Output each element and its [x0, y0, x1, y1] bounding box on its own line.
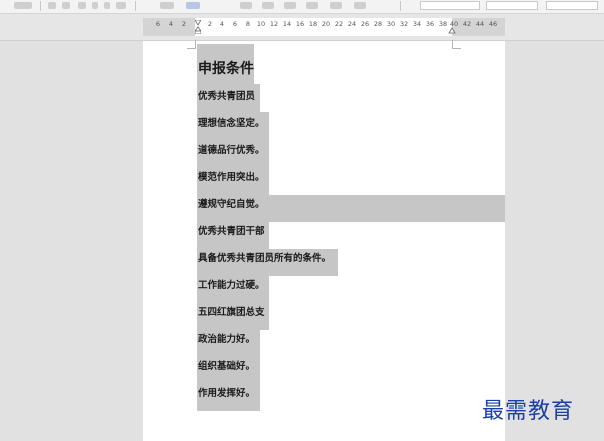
ruler-tick: 4	[168, 20, 174, 28]
doc-line[interactable]: 具备优秀共青团员所有的条件。	[197, 249, 338, 276]
ruler-tick: 44	[475, 20, 485, 28]
doc-line[interactable]: 优秀共青团干部	[197, 222, 269, 249]
toolbar-separator	[40, 1, 41, 11]
doc-line[interactable]: 政治能力好。	[197, 330, 260, 357]
toolbar-button-active[interactable]	[186, 2, 200, 9]
margin-corner-mark	[187, 40, 196, 49]
ruler-tick: 6	[155, 20, 161, 28]
selection-highlight	[197, 44, 254, 58]
ruler-tick: 34	[412, 20, 422, 28]
toolbar-button[interactable]	[104, 2, 110, 9]
style-field[interactable]	[420, 1, 480, 10]
ruler-tick: 4	[219, 20, 225, 28]
doc-line[interactable]: 优秀共青团员	[197, 84, 260, 112]
ruler-tick: 32	[399, 20, 409, 28]
style-field[interactable]	[486, 1, 538, 10]
doc-line[interactable]: 理想信念坚定。	[197, 112, 269, 140]
ruler-tick: 38	[438, 20, 448, 28]
indent-marker[interactable]	[195, 20, 201, 34]
ruler-tick: 8	[245, 20, 251, 28]
right-indent-marker[interactable]	[448, 22, 456, 34]
doc-line[interactable]: 五四红旗团总支	[197, 303, 269, 330]
ruler-tick: 12	[269, 20, 279, 28]
toolbar-button[interactable]	[14, 2, 32, 9]
doc-line[interactable]: 模范作用突出。	[197, 168, 269, 195]
toolbar-button[interactable]	[262, 2, 274, 9]
watermark-logo: 最需教育	[482, 399, 575, 424]
style-field[interactable]	[546, 1, 598, 10]
ruler-tick: 16	[295, 20, 305, 28]
toolbar-button[interactable]	[284, 2, 296, 9]
ruler-tick: 2	[181, 20, 187, 28]
toolbar-button[interactable]	[78, 2, 86, 9]
toolbar-button[interactable]	[240, 2, 252, 9]
ruler-tick: 10	[256, 20, 266, 28]
ruler-tick: 6	[232, 20, 238, 28]
ruler-tick: 14	[282, 20, 292, 28]
ruler-tick: 28	[373, 20, 383, 28]
toolbar-button[interactable]	[92, 2, 98, 9]
toolbar-separator	[135, 1, 136, 11]
toolbar-button[interactable]	[306, 2, 318, 9]
ruler-tick: 18	[308, 20, 318, 28]
ruler-tick: 26	[360, 20, 370, 28]
margin-corner-mark	[452, 40, 461, 49]
toolbar	[0, 0, 604, 14]
ruler-tick: 42	[462, 20, 472, 28]
ruler-tick: 22	[334, 20, 344, 28]
ruler-tick: 36	[425, 20, 435, 28]
doc-line[interactable]: 遵规守纪自觉。	[197, 195, 505, 222]
doc-heading[interactable]: 申报条件	[197, 58, 254, 84]
toolbar-button[interactable]	[48, 2, 56, 9]
toolbar-button[interactable]	[116, 2, 126, 9]
ruler-tick: 46	[488, 20, 498, 28]
toolbar-button[interactable]	[354, 2, 366, 9]
doc-line[interactable]: 组织基础好。	[197, 357, 260, 384]
toolbar-button[interactable]	[160, 2, 174, 9]
toolbar-button[interactable]	[62, 2, 70, 9]
ruler-tick: 30	[386, 20, 396, 28]
doc-line[interactable]: 作用发挥好。	[197, 384, 260, 411]
ruler-tick: 2	[207, 20, 213, 28]
ruler-tick: 20	[321, 20, 331, 28]
ruler-tick: 24	[347, 20, 357, 28]
toolbar-separator	[400, 1, 401, 11]
toolbar-button[interactable]	[330, 2, 342, 9]
doc-line[interactable]: 工作能力过硬。	[197, 276, 269, 303]
doc-line[interactable]: 道德品行优秀。	[197, 140, 269, 168]
